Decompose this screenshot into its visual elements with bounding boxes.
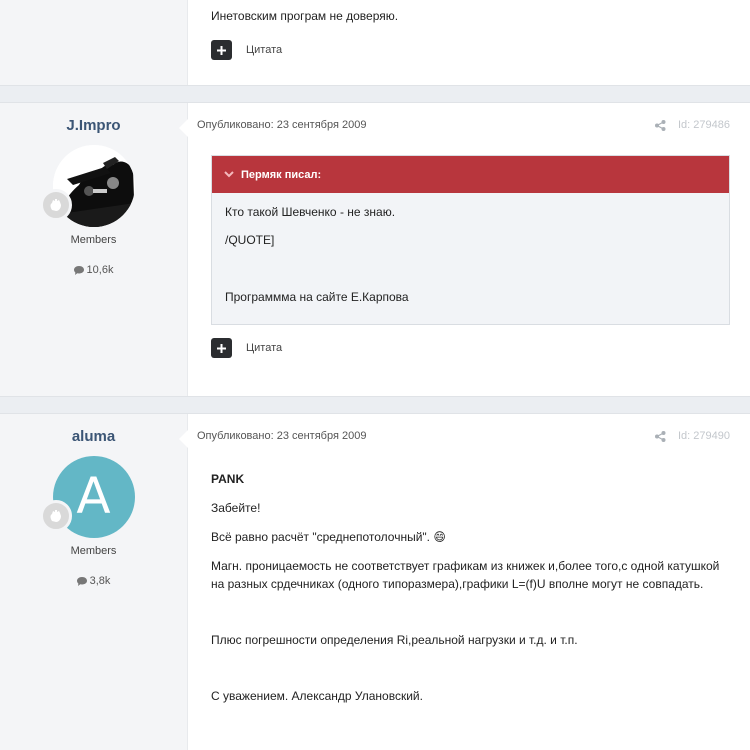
post-content: PANK Забейте! Всё равно расчёт "среднепо… <box>211 470 730 705</box>
post-paragraph <box>211 660 730 676</box>
post-paragraph <box>211 604 730 620</box>
post-main: Опубликовано: 23 сентября 2009 Id: 27948… <box>179 103 750 396</box>
member-group: Members <box>70 545 117 557</box>
post-id: Id: 279490 <box>678 430 730 442</box>
quote-header[interactable]: Пермяк писал: <box>212 156 729 193</box>
quote-body: Кто такой Шевченко - не знаю. /QUOTE] Пр… <box>212 193 729 324</box>
comment-icon <box>73 265 84 275</box>
comment-icon <box>76 576 87 586</box>
post-aluma: aluma A Members 3,8k Опубликовано: 23 се… <box>0 413 750 750</box>
quote-line <box>225 260 716 278</box>
post-id: Id: 279486 <box>678 119 730 131</box>
post-previous: Инетовским програм не доверяю. Цитата <box>0 0 750 86</box>
post-meta-right: Id: 279490 <box>655 430 730 442</box>
quote-line: Программма на сайте Е.Карпова <box>225 289 409 304</box>
multiquote-button[interactable] <box>211 338 232 359</box>
post-date[interactable]: Опубликовано: 23 сентября 2009 <box>197 430 366 442</box>
author-panel: J.Impro Members 10,6k <box>0 103 188 396</box>
post-count-value: 3,8k <box>89 575 111 587</box>
author-panel <box>0 0 188 85</box>
share-icon[interactable] <box>655 119 666 131</box>
post-j-impro: J.Impro Members 10,6k Опубликовано: 23 с… <box>0 102 750 397</box>
post-paragraph: Плюс погрешности определения Ri,реальной… <box>211 633 578 647</box>
quote-author: Пермяк писал: <box>241 168 322 181</box>
post-actions: Цитата <box>211 40 730 60</box>
hand-icon <box>50 510 61 522</box>
multiquote-button[interactable] <box>211 40 232 60</box>
avatar-wrap: A <box>39 456 135 538</box>
post-count: 3,8k <box>0 575 187 587</box>
post-count-value: 10,6k <box>86 264 114 276</box>
speech-arrow <box>179 430 188 448</box>
post-paragraph: Забейте! <box>211 501 261 515</box>
avatar-wrap <box>39 145 135 227</box>
post-meta: Опубликовано: 23 сентября 2009 Id: 27949… <box>197 426 730 446</box>
post-paragraph: С уважением. Александр Улановский. <box>211 689 423 703</box>
post-count: 10,6k <box>0 264 187 276</box>
hand-icon <box>50 199 61 211</box>
post-meta: Опубликовано: 23 сентября 2009 Id: 27948… <box>197 115 730 135</box>
plus-icon <box>217 45 226 55</box>
post-date[interactable]: Опубликовано: 23 сентября 2009 <box>197 119 366 131</box>
author-panel: aluma A Members 3,8k <box>0 414 188 750</box>
quote-link[interactable]: Цитата <box>246 342 282 354</box>
post-text: Инетовским програм не доверяю. <box>211 9 399 23</box>
speech-arrow <box>179 119 188 137</box>
quote-link[interactable]: Цитата <box>246 44 282 56</box>
member-group: Members <box>70 234 117 246</box>
post-paragraph: PANK <box>211 472 245 486</box>
author-name[interactable]: aluma <box>0 428 187 448</box>
post-content: Инетовским програм не доверяю. <box>211 7 730 25</box>
post-main: Инетовским програм не доверяю. Цитата <box>188 0 750 85</box>
rank-badge-icon <box>39 500 72 532</box>
chevron-down-icon <box>224 171 234 178</box>
avatar-letter: A <box>76 467 111 525</box>
rank-badge-icon <box>39 189 72 221</box>
plus-icon <box>217 343 226 353</box>
post-actions: Цитата <box>211 338 730 359</box>
author-name[interactable]: J.Impro <box>0 117 187 137</box>
quote-line: Кто такой Шевченко - не знаю. <box>225 205 396 219</box>
post-main: Опубликовано: 23 сентября 2009 Id: 27949… <box>179 414 750 750</box>
share-icon[interactable] <box>655 430 666 442</box>
post-meta-right: Id: 279486 <box>655 119 730 131</box>
quote-block: Пермяк писал: Кто такой Шевченко - не зн… <box>211 155 730 326</box>
forum-page: Инетовским програм не доверяю. Цитата J.… <box>0 0 750 750</box>
quote-line: /QUOTE] <box>225 232 275 247</box>
post-paragraph: Магн. проницаемость не соответствует гра… <box>211 559 720 591</box>
post-paragraph: Всё равно расчёт "среднепотолочный". 😄 <box>211 530 446 544</box>
